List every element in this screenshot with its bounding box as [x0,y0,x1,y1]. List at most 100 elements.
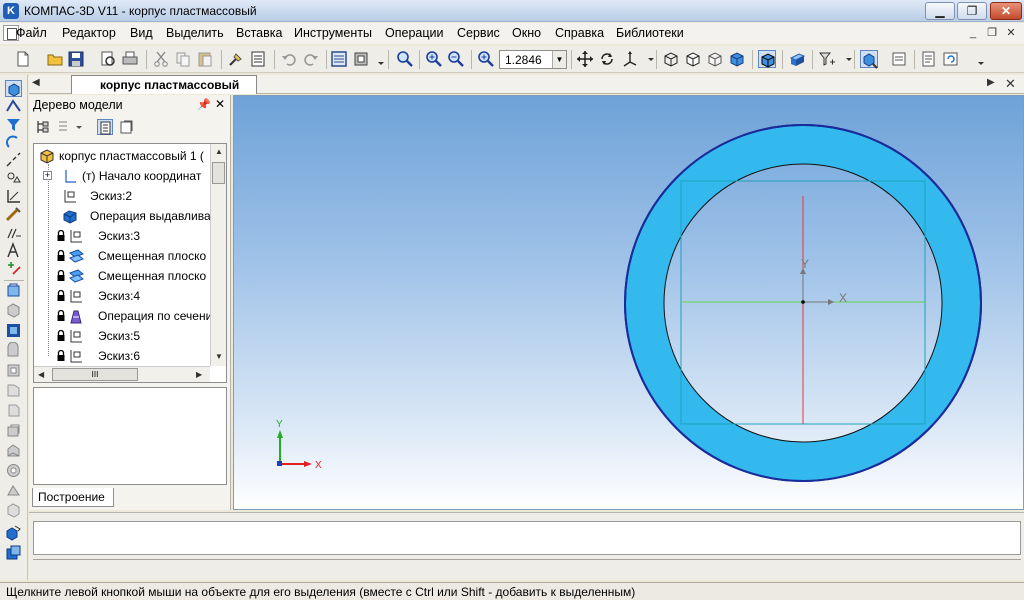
menu-help[interactable]: Справка [555,26,604,40]
hidden-lines-icon[interactable] [684,50,702,68]
tree-item-loft[interactable]: Операция по сечени [34,306,210,326]
cut-icon[interactable] [152,50,170,68]
chamfer-icon[interactable] [5,422,22,439]
rotate-operation-icon[interactable] [5,302,22,319]
properties-list-icon[interactable] [249,50,267,68]
tree-sort-dropdown-icon[interactable] [75,119,83,135]
zoom-scale-icon[interactable] [477,50,495,68]
minimize-button[interactable]: ▁ [925,2,955,20]
cut-extrude-icon[interactable] [5,362,22,379]
close-button[interactable]: ✕ [990,2,1022,20]
properties-area[interactable] [33,521,1021,555]
rebuild-icon[interactable] [942,50,960,68]
menu-editor[interactable]: Редактор [62,26,116,40]
hidden-lines-thin-icon[interactable] [706,50,724,68]
menu-libraries[interactable]: Библиотеки [616,26,684,40]
expand-plus-icon[interactable]: + [43,171,52,180]
doc-close-button[interactable]: ✕ [1003,26,1019,40]
tree-item-sketch[interactable]: Эскиз:3 [34,226,210,246]
tree-structure-icon[interactable] [35,119,51,135]
format-brush-icon[interactable] [227,50,245,68]
tree-item-part[interactable]: корпус пластмассовый 1 ( [34,146,210,166]
spatial-curves-icon[interactable] [5,98,22,115]
tree-vertical-scrollbar[interactable]: ▲ ▼ [210,144,226,366]
constraints-icon[interactable] [5,224,22,241]
doc-minimize-button[interactable]: _ [965,27,981,41]
tree-sort-icon[interactable] [57,119,73,135]
measure-icon[interactable] [5,206,22,223]
tree-item-sketch[interactable]: Эскиз:4 [34,286,210,306]
manager-icon[interactable] [352,50,370,68]
dimensions-icon[interactable] [5,188,22,205]
tree-item-sketch[interactable]: Эскиз:5 [34,326,210,346]
cut-rotate-icon[interactable] [5,382,22,399]
chevron-down-icon[interactable]: ▼ [552,51,566,68]
zoom-scale-value[interactable]: 1.2846 [505,53,542,67]
print-icon[interactable] [121,50,139,68]
tree-item-plane[interactable]: Смещенная плоско [34,246,210,266]
open-file-icon[interactable] [46,50,64,68]
tree-item-origin[interactable]: + (т) Начало координат [34,166,210,186]
tree-item-sketch[interactable]: Эскиз:2 [34,186,210,206]
menu-tools[interactable]: Инструменты [294,26,372,40]
tree-mode-icon[interactable] [97,119,113,135]
sheet-metal-icon[interactable] [5,544,22,561]
save-icon[interactable] [67,50,85,68]
model-tree-toggle-icon[interactable] [330,50,348,68]
zoom-window-icon[interactable] [396,50,414,68]
orientation-dropdown-icon[interactable] [642,50,654,68]
filter-dropdown-icon[interactable] [840,50,852,68]
pan-icon[interactable] [576,50,594,68]
tab-scroll-left-icon[interactable]: ◀ [32,77,40,88]
hole-icon[interactable] [5,502,22,519]
wireframe-icon[interactable] [662,50,680,68]
scroll-up-icon[interactable]: ▲ [215,147,223,156]
reports-icon[interactable] [5,260,22,277]
zoom-in-icon[interactable] [425,50,443,68]
scroll-left-icon[interactable]: ◀ [38,370,44,379]
loft-operation-icon[interactable] [5,342,22,359]
tree-item-sketch[interactable]: Эскиз:6 [34,346,210,366]
tree-item-plane[interactable]: Смещенная плоско [34,266,210,286]
rotate-icon[interactable] [598,50,616,68]
toolbar-options-icon[interactable] [372,50,384,68]
edit-part-icon[interactable] [860,50,878,69]
tree-horizontal-scrollbar[interactable]: ◀ III ▶ [34,366,210,382]
tab-build[interactable]: Построение [32,488,114,507]
auxiliary-geometry-icon[interactable] [5,152,22,169]
menu-view[interactable]: Вид [130,26,153,40]
menu-service[interactable]: Сервис [457,26,500,40]
spec-icon[interactable] [5,242,22,259]
zoom-scale-combobox[interactable]: 1.2846 ▼ [499,50,567,69]
perspective-icon[interactable] [788,50,806,68]
redo-icon[interactable] [302,50,320,68]
menu-select[interactable]: Выделить [166,26,224,40]
scrollbar-thumb[interactable]: III [52,368,138,381]
tree-item-extrude[interactable]: Операция выдавлива [34,206,210,226]
extrude-operation-icon[interactable] [5,282,22,299]
panel-close-icon[interactable]: ✕ [215,97,225,111]
fillet-icon[interactable] [5,402,22,419]
scroll-down-icon[interactable]: ▼ [215,352,223,361]
menu-window[interactable]: Окно [512,26,541,40]
properties-icon[interactable] [920,50,938,68]
draft-icon[interactable] [5,482,22,499]
rib-icon[interactable] [5,462,22,479]
shaded-icon[interactable] [728,50,746,68]
undo-icon[interactable] [280,50,298,68]
tab-scroll-right-icon[interactable]: ▶ [987,77,995,88]
model-scene[interactable]: X Y X Y [234,96,1023,509]
tab-document[interactable]: корпус пластмассовый [71,75,257,94]
surfaces-icon[interactable] [5,116,22,133]
new-file-icon[interactable] [14,50,32,68]
shaded-with-edges-icon[interactable] [758,50,776,68]
toolbar-more-icon[interactable] [972,50,984,68]
menu-file[interactable]: Файл [16,26,47,40]
model-tree-view[interactable]: корпус пластмассовый 1 ( + (т) Начало ко… [33,143,227,383]
menu-insert[interactable]: Вставка [236,26,282,40]
doc-restore-button[interactable]: ❐ [984,26,1000,40]
kinematic-operation-icon[interactable] [5,322,22,339]
preview-icon[interactable] [99,50,117,68]
tree-document-icon[interactable] [119,119,135,135]
assembly-parts-icon[interactable] [5,524,22,541]
